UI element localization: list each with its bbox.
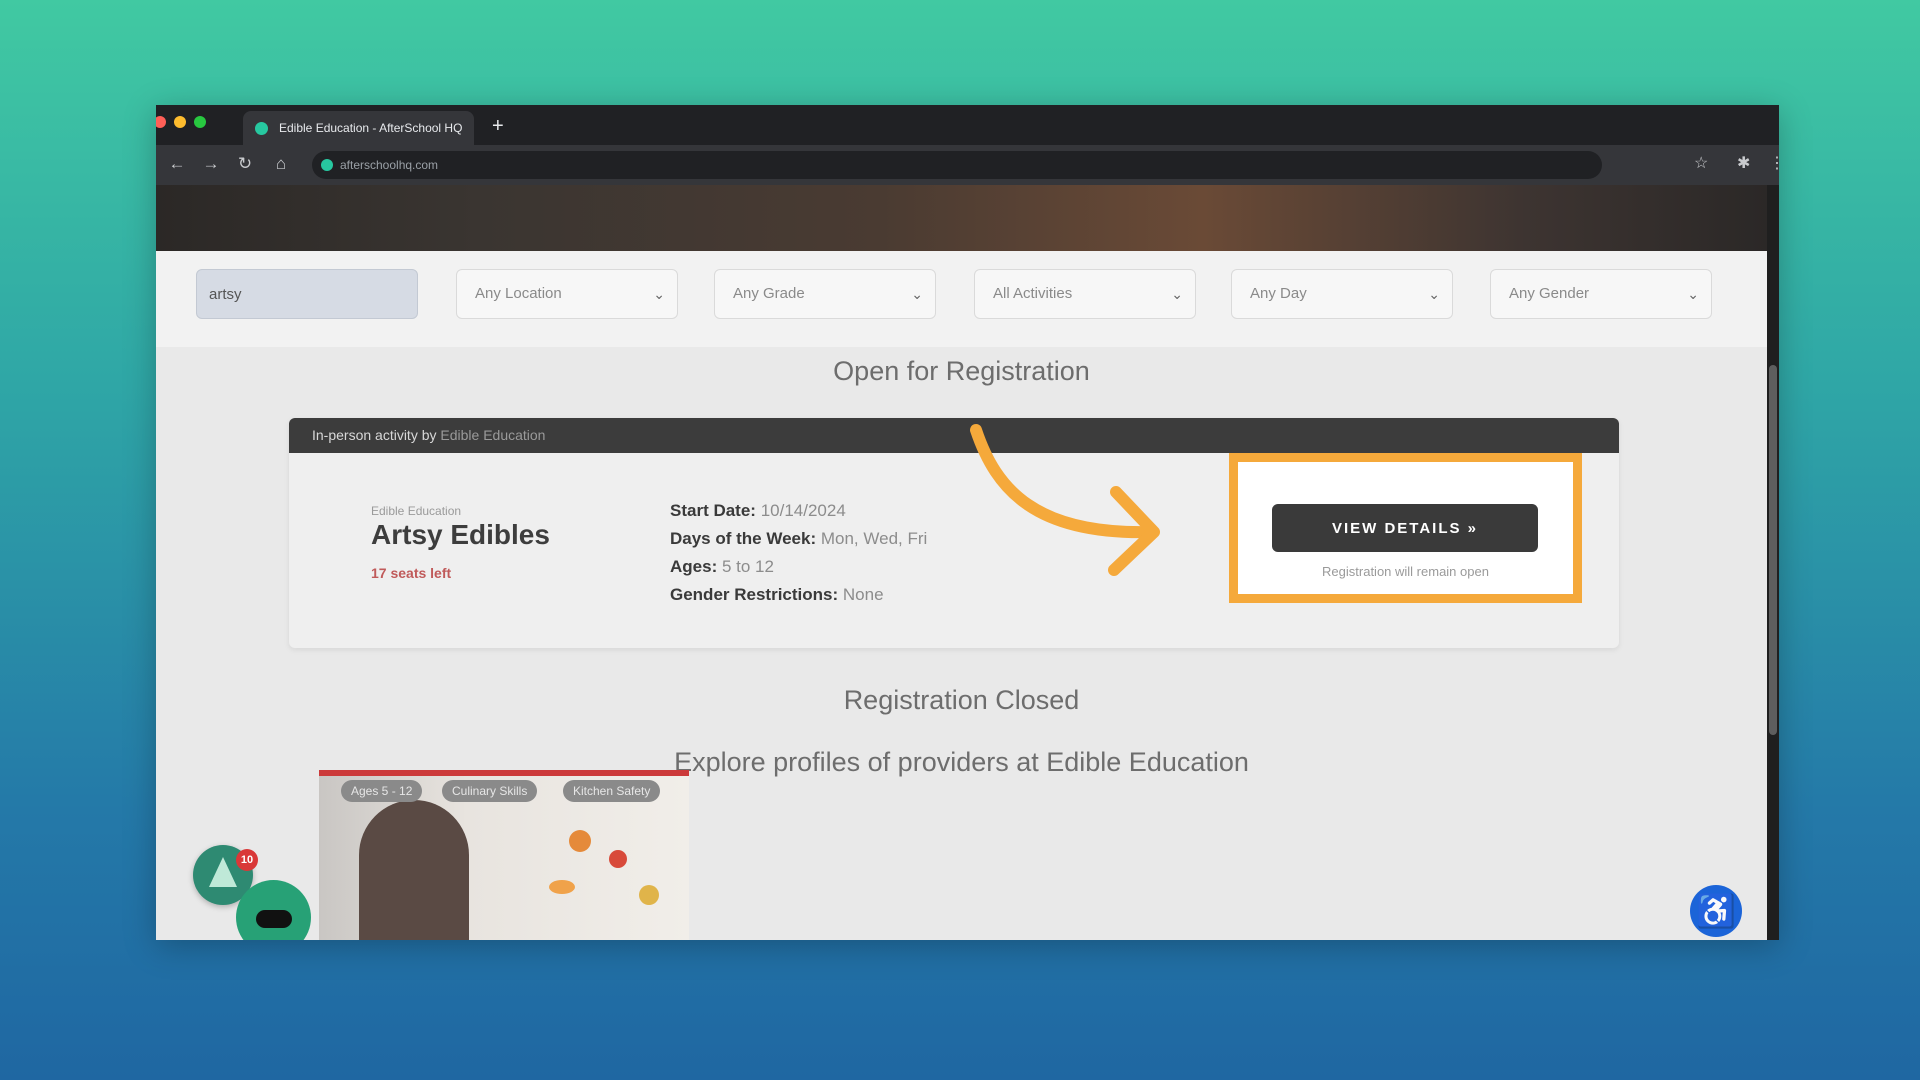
reload-icon[interactable]: ↻: [234, 153, 256, 175]
favicon-icon: [255, 122, 268, 135]
filter-bar: Any Location ⌄ Any Grade ⌄ All Activitie…: [156, 251, 1767, 347]
chevron-down-icon: ⌄: [1687, 286, 1699, 302]
registration-note: Registration will remain open: [1322, 564, 1489, 579]
vegetable-shape: [609, 850, 627, 868]
view-details-button[interactable]: VIEW DETAILS »: [1272, 504, 1538, 552]
browser-tab[interactable]: Edible Education - AfterSchool HQ: [243, 111, 474, 145]
site-info-icon[interactable]: [321, 159, 333, 171]
gender-row: Gender Restrictions: None: [670, 585, 884, 604]
day-select[interactable]: Any Day ⌄: [1231, 269, 1453, 319]
thumbnail-chip: Culinary Skills: [442, 780, 538, 802]
activity-details: Start Date: 10/14/2024 Days of the Week:…: [670, 497, 927, 609]
vegetable-shape: [639, 885, 659, 905]
gender-select[interactable]: Any Gender ⌄: [1490, 269, 1712, 319]
grade-select[interactable]: Any Grade ⌄: [714, 269, 936, 319]
chevron-down-icon: ⌄: [653, 286, 665, 302]
forward-icon[interactable]: →: [200, 153, 222, 175]
ages-row: Ages: 5 to 12: [670, 557, 774, 576]
seats-left-badge: 17 seats left: [371, 565, 452, 581]
chevron-down-icon: ⌄: [1428, 286, 1440, 302]
browser-toolbar: ← → ↻ ⌂ afterschoolhq.com ☆ ✱ ⋮: [156, 145, 1779, 185]
days-row: Days of the Week: Mon, Wed, Fri: [670, 529, 928, 548]
curved-arrow-icon: [970, 424, 1160, 576]
page-scrollbar[interactable]: [1767, 185, 1779, 940]
tab-title: Edible Education - AfterSchool HQ: [279, 121, 463, 135]
registration-closed-heading: Registration Closed: [843, 685, 1080, 715]
home-icon[interactable]: ⌂: [270, 153, 292, 175]
hero-banner-image: [156, 185, 1767, 251]
browser-menu-icon[interactable]: ⋮: [1769, 153, 1779, 175]
extensions-icon[interactable]: ✱: [1737, 153, 1750, 175]
card-header-provider-link[interactable]: Edible Education: [440, 427, 545, 443]
thumbnail-top-bar: [319, 770, 689, 776]
scrollbar-thumb[interactable]: [1769, 365, 1777, 735]
provider-name: Edible Education: [371, 504, 462, 518]
page-viewport: Any Location ⌄ Any Grade ⌄ All Activitie…: [156, 185, 1767, 940]
day-select-value: Any Day: [1250, 285, 1307, 302]
new-tab-button[interactable]: +: [492, 111, 504, 141]
maximize-window-dot[interactable]: [194, 116, 206, 128]
close-window-dot[interactable]: [156, 116, 166, 128]
thumbnail-chip: Kitchen Safety: [563, 780, 661, 802]
notification-badge: 10: [236, 849, 258, 871]
back-icon[interactable]: ←: [166, 153, 188, 175]
location-select-value: Any Location: [475, 285, 562, 302]
open-registration-heading: Open for Registration: [833, 356, 1090, 386]
address-bar[interactable]: afterschoolhq.com: [312, 151, 1602, 179]
activities-select[interactable]: All Activities ⌄: [974, 269, 1196, 319]
chat-icon: [256, 910, 292, 928]
activities-select-value: All Activities: [993, 285, 1073, 302]
activity-title[interactable]: Artsy Edibles: [371, 519, 550, 551]
chevron-down-icon: ⌄: [1171, 286, 1183, 302]
chevron-down-icon: ⌄: [911, 286, 923, 302]
card-header-prefix: In-person activity by: [312, 427, 437, 443]
gender-select-value: Any Gender: [1509, 285, 1590, 302]
vegetable-shape: [549, 880, 575, 894]
start-date-row: Start Date: 10/14/2024: [670, 501, 846, 520]
thumbnail-chip: Ages 5 - 12: [341, 780, 423, 802]
location-select[interactable]: Any Location ⌄: [456, 269, 678, 319]
child-figure: [359, 800, 469, 940]
chat-widget-button[interactable]: [236, 880, 311, 940]
minimize-window-dot[interactable]: [174, 116, 186, 128]
grade-select-value: Any Grade: [733, 285, 805, 302]
url-text: afterschoolhq.com: [340, 158, 439, 172]
search-input[interactable]: [196, 269, 418, 319]
accessibility-button[interactable]: ♿: [1690, 885, 1742, 937]
tab-bar: Edible Education - AfterSchool HQ +: [156, 105, 1779, 145]
card-header: In-person activity by Edible Education: [289, 418, 1619, 453]
bookmark-star-icon[interactable]: ☆: [1694, 153, 1708, 175]
provider-thumbnail-image[interactable]: Ages 5 - 12 Culinary Skills Kitchen Safe…: [319, 770, 689, 940]
browser-window: Edible Education - AfterSchool HQ + ← → …: [156, 105, 1779, 940]
vegetable-shape: [569, 830, 591, 852]
app-logo-icon: [209, 857, 237, 887]
view-details-highlight: VIEW DETAILS » Registration will remain …: [1229, 453, 1582, 603]
